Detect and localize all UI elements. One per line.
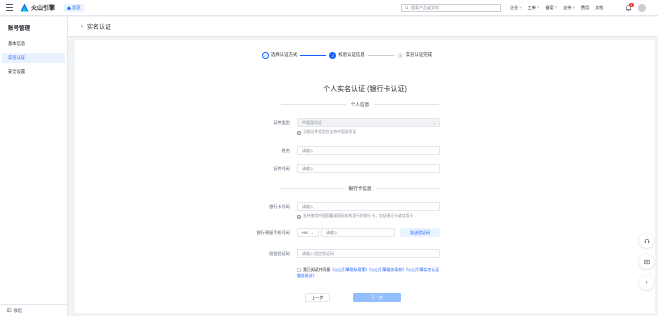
id-type-select[interactable]: 中国身份证 ⌄ [297, 118, 440, 127]
page-title: 实名认证 [87, 25, 112, 31]
headset-icon[interactable] [639, 233, 654, 248]
card-hint: i 支持使用中国国籍或国际机构发行的银行卡，包括借记卡或信用卡 [297, 214, 413, 219]
stepper: ✓ 选择认证方式 2 校验认证信息 3 实名认证完成 [262, 50, 537, 60]
bank-section-heading: 银行卡信息 [270, 186, 450, 192]
phone-placeholder: 请输入 [326, 229, 338, 235]
sms-code-placeholder: 请输入短信验证码 [302, 250, 334, 256]
nav-enterprise[interactable]: 企业 [510, 5, 522, 11]
search-input[interactable]: 搜索产品或文档 [401, 4, 501, 12]
logo[interactable]: 火山引擎 [20, 3, 55, 12]
sms-code-label: 短信验证码 [269, 251, 290, 256]
sidebar-title: 账号管理 [8, 26, 31, 32]
logo-icon [20, 3, 29, 12]
phone-prefix-value: +86 [301, 230, 308, 235]
chevron-down-icon: ⌄ [310, 230, 315, 235]
agreement-prefix: 我已阅读并同意 [303, 267, 331, 272]
step-2-label: 校验认证信息 [338, 52, 365, 57]
agreement: 我已阅读并同意《火山引擎隐私政策》《火山引擎服务条款》《火山引擎实名认证服务协议… [297, 267, 442, 279]
menu-icon[interactable] [6, 4, 13, 11]
personal-section-heading: 个人信息 [270, 102, 450, 108]
card-hint-text: 支持使用中国国籍或国际机构发行的银行卡，包括借记卡或信用卡 [303, 214, 414, 218]
phone-input[interactable]: 请输入 [321, 228, 395, 237]
verification-card: ✓ 选择认证方式 2 校验认证信息 3 实名认证完成 个人实名认证 (银行卡认证… [75, 40, 655, 313]
nav-support[interactable]: 支持 [563, 5, 575, 11]
feedback-icon[interactable] [639, 254, 654, 269]
next-button[interactable]: 下一步 [353, 293, 401, 302]
id-number-input[interactable]: 请输入 [297, 164, 440, 173]
name-label: 姓名 [281, 148, 290, 153]
home-tab-label: 总览 [72, 5, 81, 10]
step-3-number: 3 [396, 51, 404, 59]
step-connector [300, 54, 327, 56]
step-connector [367, 54, 394, 56]
sidebar-collapse-button[interactable]: 收起 [0, 304, 67, 316]
nav-docs[interactable]: 文档 [595, 5, 603, 11]
step-2-number: 2 [329, 51, 337, 59]
info-icon: i [297, 214, 301, 219]
logo-text: 火山引擎 [31, 6, 56, 12]
name-input[interactable]: 请输入 [297, 146, 440, 155]
top-nav: 企业 工单 备案 支持 费用 文档 [510, 4, 603, 12]
step-3-label: 实名认证完成 [405, 52, 433, 57]
step-1: ✓ 选择认证方式 [262, 51, 298, 59]
step-2: 2 校验认证信息 [329, 51, 365, 59]
collapse-icon [7, 308, 12, 313]
sidebar: 账号管理 基本信息 实名认证 安全设置 收起 [0, 17, 68, 316]
id-number-placeholder: 请输入 [302, 165, 314, 171]
phone-prefix-select[interactable]: +86 ⌄ [297, 228, 319, 237]
id-type-hint-text: 当前证件类型仅支持中国身份证 [303, 130, 357, 134]
card-number-input[interactable]: 请输入 [297, 202, 440, 211]
collapse-label: 收起 [13, 307, 23, 313]
step-3: 3 实名认证完成 [396, 51, 433, 59]
nav-filing[interactable]: 备案 [545, 5, 557, 11]
home-icon [67, 6, 71, 10]
privacy-policy-link[interactable]: 《火山引擎隐私政策》 [330, 267, 369, 272]
nav-tickets[interactable]: 工单 [528, 5, 540, 11]
search-icon [405, 6, 409, 10]
phone-label: 银行预留手机号码 [256, 230, 290, 235]
notification-badge: 1 [629, 2, 634, 7]
chevron-right-icon[interactable]: › [639, 275, 654, 290]
id-type-label: 证件类型 [273, 120, 290, 125]
form-title: 个人实名认证 (银行卡认证) [323, 86, 407, 93]
home-tab[interactable]: 总览 [64, 4, 84, 12]
page-header: ‹ 实名认证 [68, 17, 658, 37]
id-number-label: 证件号码 [273, 166, 290, 171]
card-number-placeholder: 请输入 [302, 203, 314, 209]
avatar[interactable] [638, 4, 646, 12]
send-code-button[interactable]: 发送验证码 [400, 228, 440, 237]
back-arrow-icon[interactable]: ‹ [81, 24, 83, 30]
sms-code-input[interactable]: 请输入短信验证码 [297, 249, 440, 258]
agreement-checkbox[interactable] [297, 267, 301, 272]
top-bar: 火山引擎 总览 搜索产品或文档 企业 工单 备案 支持 费用 文档 1 [0, 0, 658, 16]
card-number-label: 银行卡号码 [269, 204, 290, 209]
id-type-hint: i 当前证件类型仅支持中国身份证 [297, 130, 356, 135]
sidebar-item-basic-info[interactable]: 基本信息 [2, 39, 65, 49]
previous-button[interactable]: 上一步 [305, 293, 330, 302]
terms-link[interactable]: 《火山引擎服务条款》 [369, 267, 406, 272]
sidebar-item-real-name[interactable]: 实名认证 [2, 53, 65, 63]
chevron-down-icon: ⌄ [432, 120, 436, 125]
id-type-value: 中国身份证 [302, 119, 322, 125]
step-1-check-icon: ✓ [262, 51, 269, 59]
search-placeholder: 搜索产品或文档 [411, 5, 439, 10]
sidebar-item-security[interactable]: 安全设置 [2, 67, 65, 77]
name-placeholder: 请输入 [302, 147, 314, 153]
step-1-label: 选择认证方式 [271, 52, 298, 57]
info-icon: i [297, 130, 301, 135]
nav-billing[interactable]: 费用 [581, 5, 589, 11]
